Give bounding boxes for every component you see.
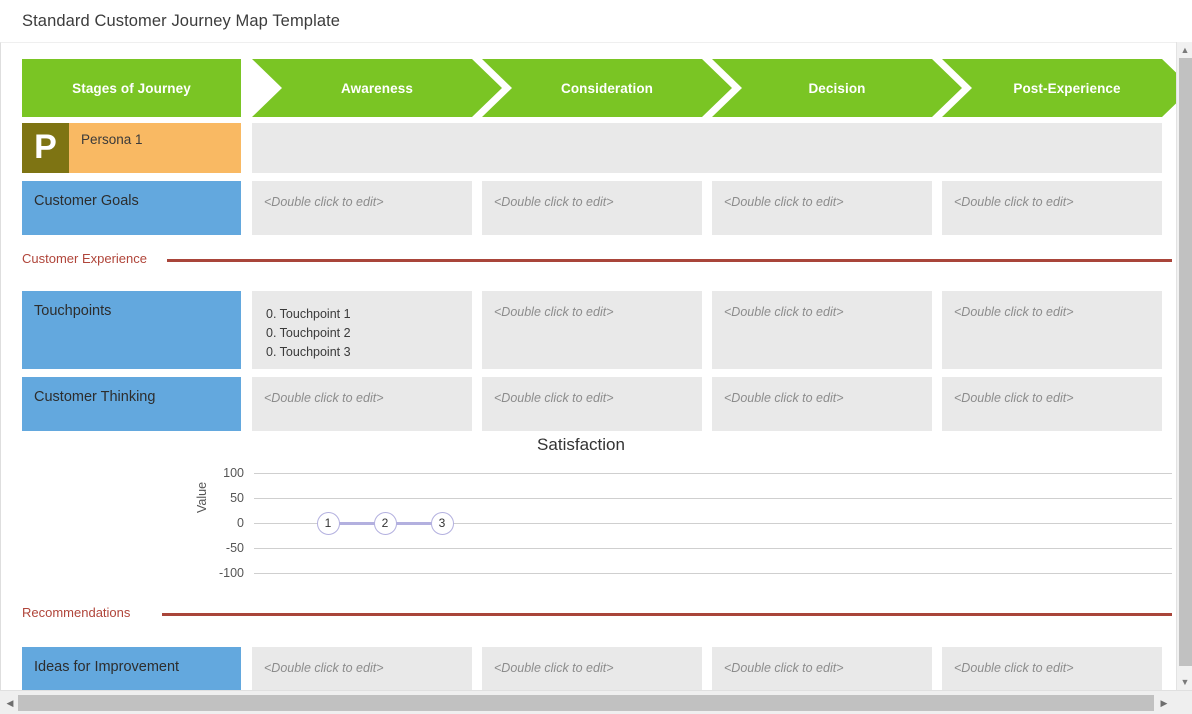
cell-customer-thinking-awareness[interactable]: <Double click to edit> [252, 377, 472, 431]
cell-placeholder: <Double click to edit> [494, 661, 614, 675]
scroll-left-icon[interactable]: ◀ [2, 695, 18, 711]
cell-placeholder: <Double click to edit> [724, 305, 844, 319]
cell-customer-goals-consideration[interactable]: <Double click to edit> [482, 181, 702, 235]
satisfaction-chart[interactable]: Satisfaction 100 50 0 -50 -100 1 2 3 [22, 435, 1172, 597]
cell-customer-goals-awareness[interactable]: <Double click to edit> [252, 181, 472, 235]
cell-placeholder: <Double click to edit> [954, 661, 1074, 675]
cell-touchpoints-decision[interactable]: <Double click to edit> [712, 291, 932, 369]
persona-row: P Persona 1 [22, 123, 1172, 173]
cell-touchpoints-post-experience[interactable]: <Double click to edit> [942, 291, 1162, 369]
cell-placeholder: <Double click to edit> [954, 391, 1074, 405]
row-label-customer-goals[interactable]: Customer Goals [22, 181, 241, 235]
cell-customer-goals-post-experience[interactable]: <Double click to edit> [942, 181, 1162, 235]
y-tick-label: -50 [225, 541, 244, 555]
row-label-touchpoints[interactable]: Touchpoints [22, 291, 241, 369]
y-tick-label: 50 [230, 491, 244, 505]
journey-map-canvas[interactable]: Stages of Journey Awareness Consideratio… [0, 42, 1176, 690]
list-item[interactable]: 0. Touchpoint 1 [266, 305, 472, 324]
stage-header-post-experience[interactable]: Post-Experience [942, 59, 1176, 117]
title-bar: Standard Customer Journey Map Template [0, 0, 1192, 42]
stages-of-journey-label: Stages of Journey [72, 80, 191, 96]
horizontal-scrollbar[interactable]: ◀ ▶ [0, 690, 1192, 714]
stages-header-row: Stages of Journey Awareness Consideratio… [22, 59, 1176, 117]
persona-empty-area[interactable] [252, 123, 1162, 173]
cell-customer-goals-decision[interactable]: <Double click to edit> [712, 181, 932, 235]
row-ideas-for-improvement: Ideas for Improvement <Double click to e… [22, 647, 1172, 690]
touchpoint-list: 0. Touchpoint 1 0. Touchpoint 2 0. Touch… [252, 291, 472, 362]
cell-placeholder: <Double click to edit> [494, 305, 614, 319]
chart-title-text: Satisfaction [537, 435, 625, 454]
row-label-ideas-for-improvement[interactable]: Ideas for Improvement [22, 647, 241, 690]
cell-placeholder: <Double click to edit> [954, 305, 1074, 319]
cell-ideas-decision[interactable]: <Double click to edit> [712, 647, 932, 690]
row-label-text: Touchpoints [34, 303, 112, 319]
scrollbar-corner [1174, 691, 1192, 714]
data-point-3[interactable]: 3 [430, 511, 454, 535]
row-touchpoints: Touchpoints 0. Touchpoint 1 0. Touchpoin… [22, 291, 1172, 369]
cell-placeholder: <Double click to edit> [264, 661, 384, 675]
row-label-text: Customer Goals [34, 193, 139, 209]
gridline-minus50: -50 [226, 541, 1172, 555]
gridline-50: 50 [230, 491, 1172, 505]
section-recommendations: Recommendations [22, 605, 1172, 623]
scroll-right-icon[interactable]: ▶ [1156, 695, 1172, 711]
section-divider-line [167, 259, 1172, 262]
journey-map-app: Standard Customer Journey Map Template S… [0, 0, 1192, 714]
gridline-100: 100 [223, 466, 1172, 480]
persona-name[interactable]: Persona 1 [69, 123, 241, 173]
row-customer-goals: Customer Goals <Double click to edit> <D… [22, 181, 1172, 235]
cell-placeholder: <Double click to edit> [724, 195, 844, 209]
list-item[interactable]: 0. Touchpoint 3 [266, 343, 472, 362]
vertical-scrollbar-thumb[interactable] [1179, 58, 1192, 666]
list-item[interactable]: 0. Touchpoint 2 [266, 324, 472, 343]
data-point-2[interactable]: 2 [373, 511, 397, 535]
vertical-scrollbar[interactable]: ▲ ▼ [1176, 42, 1192, 690]
page-title: Standard Customer Journey Map Template [22, 11, 341, 30]
stage-label-awareness: Awareness [341, 80, 413, 96]
gridline-minus100: -100 [219, 566, 1172, 580]
row-label-text: Ideas for Improvement [34, 659, 180, 675]
stage-header-consideration[interactable]: Consideration [482, 59, 732, 117]
section-label-customer-experience: Customer Experience [22, 251, 147, 266]
chart-y-axis-title: Value [195, 481, 209, 513]
cell-touchpoints-consideration[interactable]: <Double click to edit> [482, 291, 702, 369]
stages-of-journey-header[interactable]: Stages of Journey [22, 59, 241, 117]
cell-ideas-post-experience[interactable]: <Double click to edit> [942, 647, 1162, 690]
cell-touchpoints-awareness[interactable]: 0. Touchpoint 1 0. Touchpoint 2 0. Touch… [252, 291, 472, 369]
cell-placeholder: <Double click to edit> [494, 391, 614, 405]
cell-placeholder: <Double click to edit> [724, 391, 844, 405]
cell-placeholder: <Double click to edit> [264, 391, 384, 405]
cell-placeholder: <Double click to edit> [954, 195, 1074, 209]
y-tick-label: 0 [237, 516, 244, 530]
stage-label-consideration: Consideration [560, 80, 654, 96]
stage-header-decision[interactable]: Decision [712, 59, 962, 117]
data-point-1[interactable]: 1 [316, 511, 340, 535]
y-tick-label: -100 [218, 566, 244, 580]
scroll-down-icon[interactable]: ▼ [1177, 674, 1192, 690]
cell-ideas-consideration[interactable]: <Double click to edit> [482, 647, 702, 690]
stage-label-decision: Decision [808, 80, 866, 96]
chart-title: Satisfaction [22, 435, 1172, 455]
row-label-customer-thinking[interactable]: Customer Thinking [22, 377, 241, 431]
row-customer-thinking: Customer Thinking <Double click to edit>… [22, 377, 1172, 431]
cell-ideas-awareness[interactable]: <Double click to edit> [252, 647, 472, 690]
stage-label-post-experience: Post-Experience [1013, 80, 1121, 96]
y-tick-label: 100 [223, 466, 244, 480]
persona-avatar: P [22, 123, 69, 173]
cell-customer-thinking-post-experience[interactable]: <Double click to edit> [942, 377, 1162, 431]
cell-customer-thinking-decision[interactable]: <Double click to edit> [712, 377, 932, 431]
scroll-up-icon[interactable]: ▲ [1177, 42, 1192, 58]
section-customer-experience: Customer Experience [22, 251, 1172, 269]
cell-placeholder: <Double click to edit> [264, 195, 384, 209]
horizontal-scrollbar-thumb[interactable] [18, 695, 1154, 711]
persona-card[interactable]: P Persona 1 [22, 123, 241, 173]
cell-customer-thinking-consideration[interactable]: <Double click to edit> [482, 377, 702, 431]
chart-plot-area: 100 50 0 -50 -100 1 2 3 [219, 466, 1172, 583]
section-divider-line [162, 613, 1172, 616]
section-label-recommendations: Recommendations [22, 605, 131, 620]
cell-placeholder: <Double click to edit> [494, 195, 614, 209]
stage-header-awareness[interactable]: Awareness [252, 59, 502, 117]
row-label-text: Customer Thinking [34, 389, 156, 405]
cell-placeholder: <Double click to edit> [724, 661, 844, 675]
